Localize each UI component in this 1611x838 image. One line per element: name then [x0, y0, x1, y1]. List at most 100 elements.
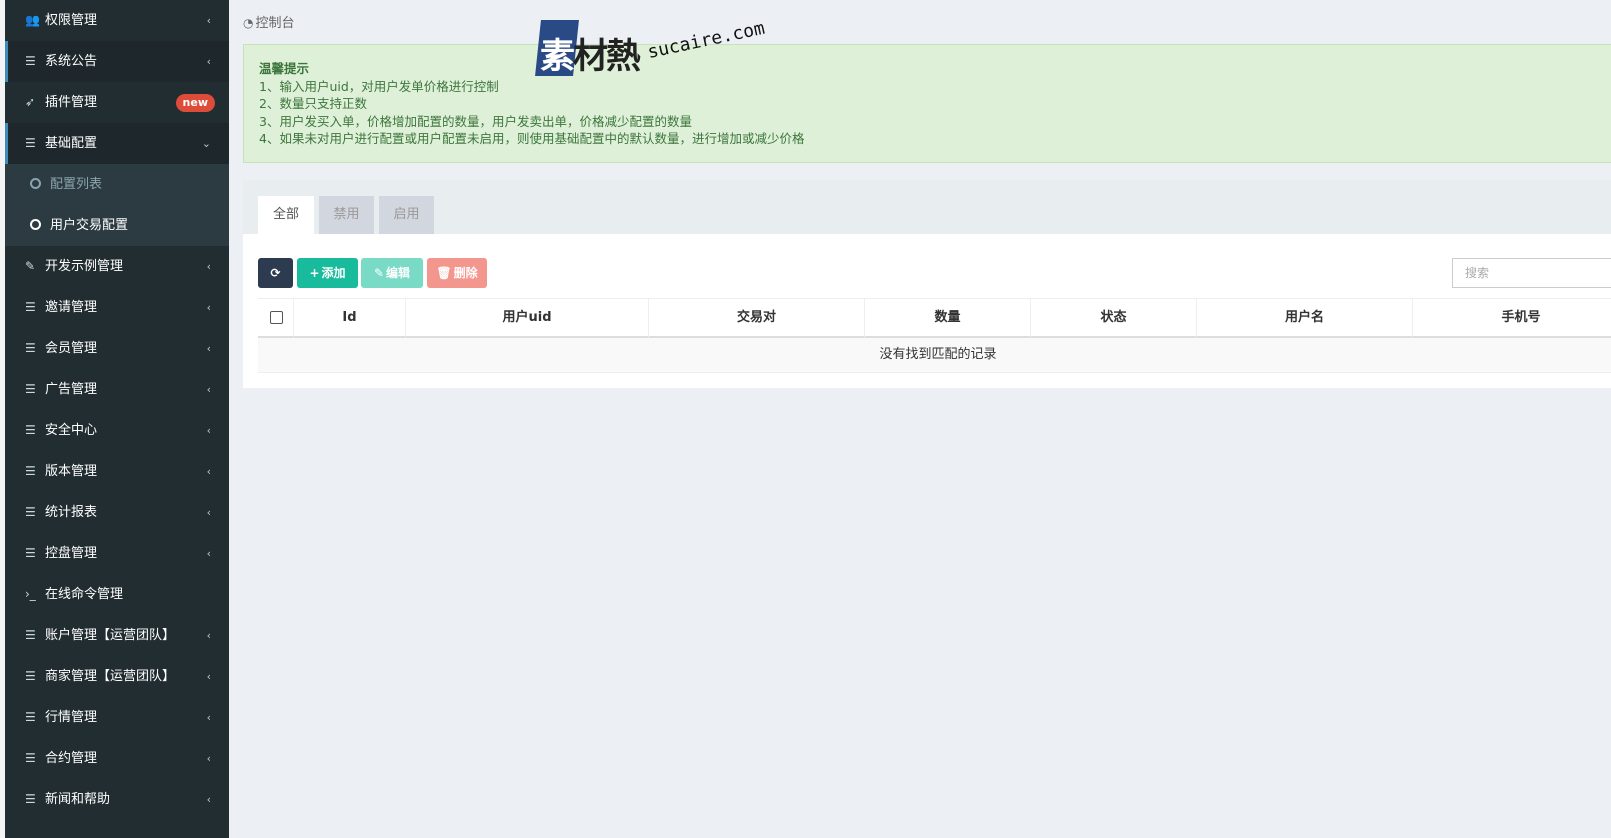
- sidebar: 👥 权限管理 ‹ ☰ 系统公告 ‹ ➶ 插件管理 new ☰ 基础配置 ⌄ 配置列表 用…: [0, 0, 229, 838]
- refresh-icon: ⟳: [270, 266, 281, 280]
- list-icon: ☰: [25, 669, 36, 683]
- sidebar-item-market-control[interactable]: ☰ 控盘管理 ‹: [5, 533, 229, 574]
- sidebar-item-basic-config[interactable]: ☰ 基础配置 ⌄: [5, 123, 229, 164]
- list-icon: ☰: [25, 341, 36, 355]
- chevron-left-icon: ‹: [206, 752, 211, 765]
- chevron-left-icon: ‹: [206, 465, 211, 478]
- column-header-pair[interactable]: 交易对: [649, 299, 865, 337]
- sidebar-item-label: 系统公告: [45, 54, 98, 69]
- list-icon: ☰: [25, 300, 36, 314]
- chevron-left-icon: ‹: [206, 711, 211, 724]
- sidebar-item-dev-examples[interactable]: ✎ 开发示例管理 ‹: [5, 246, 229, 287]
- sidebar-item-members[interactable]: ☰ 会员管理 ‹: [5, 328, 229, 369]
- chevron-left-icon: ‹: [206, 670, 211, 683]
- list-icon: ☰: [25, 382, 36, 396]
- dashboard-icon: ◔: [243, 16, 254, 30]
- edit-button[interactable]: ✎ 编辑: [361, 258, 423, 288]
- circle-icon: [30, 219, 41, 230]
- sidebar-item-invites[interactable]: ☰ 邀请管理 ‹: [5, 287, 229, 328]
- list-icon: ☰: [25, 628, 36, 642]
- watermark-brand: 素材熱: [540, 37, 641, 77]
- search-input[interactable]: [1452, 258, 1611, 288]
- sidebar-item-news-help[interactable]: ☰ 新闻和帮助 ‹: [5, 779, 229, 820]
- column-header-quantity[interactable]: 数量: [865, 299, 1031, 337]
- add-button-label: 添加: [321, 266, 346, 280]
- breadcrumb[interactable]: ◔ 控制台: [243, 12, 295, 31]
- column-header-status[interactable]: 状态: [1031, 299, 1197, 337]
- chevron-left-icon: ‹: [206, 301, 211, 314]
- sidebar-subitem-user-trade-config[interactable]: 用户交易配置: [5, 205, 229, 246]
- tips-callout: 温馨提示 1、输入用户uid，对用户发单价格进行控制 2、数量只支持正数 3、用…: [243, 44, 1611, 163]
- callout-line: 4、如果未对用户进行配置或用户配置未启用，则使用基础配置中的默认数量，进行增加或…: [259, 131, 805, 146]
- terminal-icon: ›_: [25, 587, 36, 601]
- list-icon: ☰: [25, 464, 36, 478]
- sidebar-item-reports[interactable]: ☰ 统计报表 ‹: [5, 492, 229, 533]
- list-icon: ☰: [25, 54, 36, 68]
- sidebar-item-label: 账户管理【运营团队】: [45, 628, 176, 643]
- breadcrumb-label: 控制台: [255, 16, 295, 31]
- list-icon: ☰: [25, 423, 36, 437]
- sidebar-item-label: 新闻和帮助: [45, 792, 111, 807]
- trash-icon: 🗑: [436, 266, 452, 280]
- list-icon: ☰: [25, 505, 36, 519]
- sidebar-item-ads[interactable]: ☰ 广告管理 ‹: [5, 369, 229, 410]
- sidebar-item-plugins[interactable]: ➶ 插件管理 new: [5, 82, 229, 123]
- sidebar-item-accounts[interactable]: ☰ 账户管理【运营团队】 ‹: [5, 615, 229, 656]
- tab-disabled[interactable]: 禁用: [319, 196, 374, 234]
- column-header-phone[interactable]: 手机号: [1413, 299, 1611, 337]
- circle-icon: [30, 178, 41, 189]
- sidebar-subitem-label: 配置列表: [50, 177, 103, 192]
- chevron-left-icon: ‹: [206, 506, 211, 519]
- callout-title: 温馨提示: [259, 61, 310, 76]
- sidebar-item-online-commands[interactable]: ›_ 在线命令管理: [5, 574, 229, 615]
- column-header-id[interactable]: Id: [294, 299, 406, 337]
- sidebar-item-label: 统计报表: [45, 505, 98, 520]
- select-all-checkbox[interactable]: [270, 311, 283, 324]
- tab-enabled[interactable]: 启用: [379, 196, 434, 234]
- chevron-left-icon: ‹: [206, 383, 211, 396]
- sidebar-item-label: 开发示例管理: [45, 259, 124, 274]
- users-icon: 👥: [25, 13, 40, 27]
- sidebar-item-label: 广告管理: [45, 382, 98, 397]
- chevron-left-icon: ‹: [206, 793, 211, 806]
- sidebar-item-versions[interactable]: ☰ 版本管理 ‹: [5, 451, 229, 492]
- data-table: Id 用户uid 交易对 数量 状态 用户名 手机号 没有找到匹配的记录: [258, 298, 1611, 373]
- refresh-button[interactable]: ⟳: [258, 258, 293, 288]
- sidebar-item-label: 插件管理: [45, 95, 98, 110]
- chevron-left-icon: ‹: [206, 14, 211, 27]
- list-icon: ☰: [25, 546, 36, 560]
- sidebar-item-announcements[interactable]: ☰ 系统公告 ‹: [5, 41, 229, 82]
- sidebar-item-label: 控盘管理: [45, 546, 98, 561]
- chevron-left-icon: ‹: [206, 629, 211, 642]
- add-button[interactable]: + 添加: [297, 258, 358, 288]
- column-header-uid[interactable]: 用户uid: [406, 299, 649, 337]
- callout-line: 1、输入用户uid，对用户发单价格进行控制: [259, 78, 499, 94]
- sidebar-item-quotes[interactable]: ☰ 行情管理 ‹: [5, 697, 229, 738]
- list-icon: ☰: [25, 136, 36, 150]
- new-badge: new: [175, 94, 215, 112]
- callout-line: 2、数量只支持正数: [259, 96, 367, 111]
- sidebar-subitem-config-list[interactable]: 配置列表: [5, 164, 229, 205]
- pencil-icon: ✎: [373, 266, 385, 280]
- plus-icon: +: [309, 266, 320, 280]
- column-header-username[interactable]: 用户名: [1197, 299, 1413, 337]
- sidebar-item-label: 版本管理: [45, 464, 98, 479]
- rocket-icon: ➶: [25, 95, 36, 109]
- sidebar-item-label: 权限管理: [45, 13, 98, 28]
- sidebar-item-label: 安全中心: [45, 423, 98, 438]
- delete-button[interactable]: 🗑 删除: [427, 258, 487, 288]
- tab-all[interactable]: 全部: [258, 196, 314, 234]
- magic-icon: ✎: [25, 259, 36, 273]
- list-icon: ☰: [25, 751, 36, 765]
- panel-tabs: 全部 禁用 启用: [243, 180, 1611, 234]
- main-panel: 全部 禁用 启用 ⟳ +添加 ✎编辑 🗑删除 Id 用户uid 交易对 数量 状…: [243, 180, 1611, 388]
- sidebar-item-contracts[interactable]: ☰ 合约管理 ‹: [5, 738, 229, 779]
- sidebar-item-merchants[interactable]: ☰ 商家管理【运营团队】 ‹: [5, 656, 229, 697]
- table-header: Id 用户uid 交易对 数量 状态 用户名 手机号: [258, 298, 1611, 338]
- sidebar-item-security[interactable]: ☰ 安全中心 ‹: [5, 410, 229, 451]
- sidebar-item-label: 行情管理: [45, 710, 98, 725]
- watermark-url: sucaire.com: [645, 17, 767, 63]
- sidebar-item-label: 商家管理【运营团队】: [45, 669, 176, 684]
- sidebar-item-permissions[interactable]: 👥 权限管理 ‹: [5, 0, 229, 41]
- sidebar-item-label: 基础配置: [45, 136, 98, 151]
